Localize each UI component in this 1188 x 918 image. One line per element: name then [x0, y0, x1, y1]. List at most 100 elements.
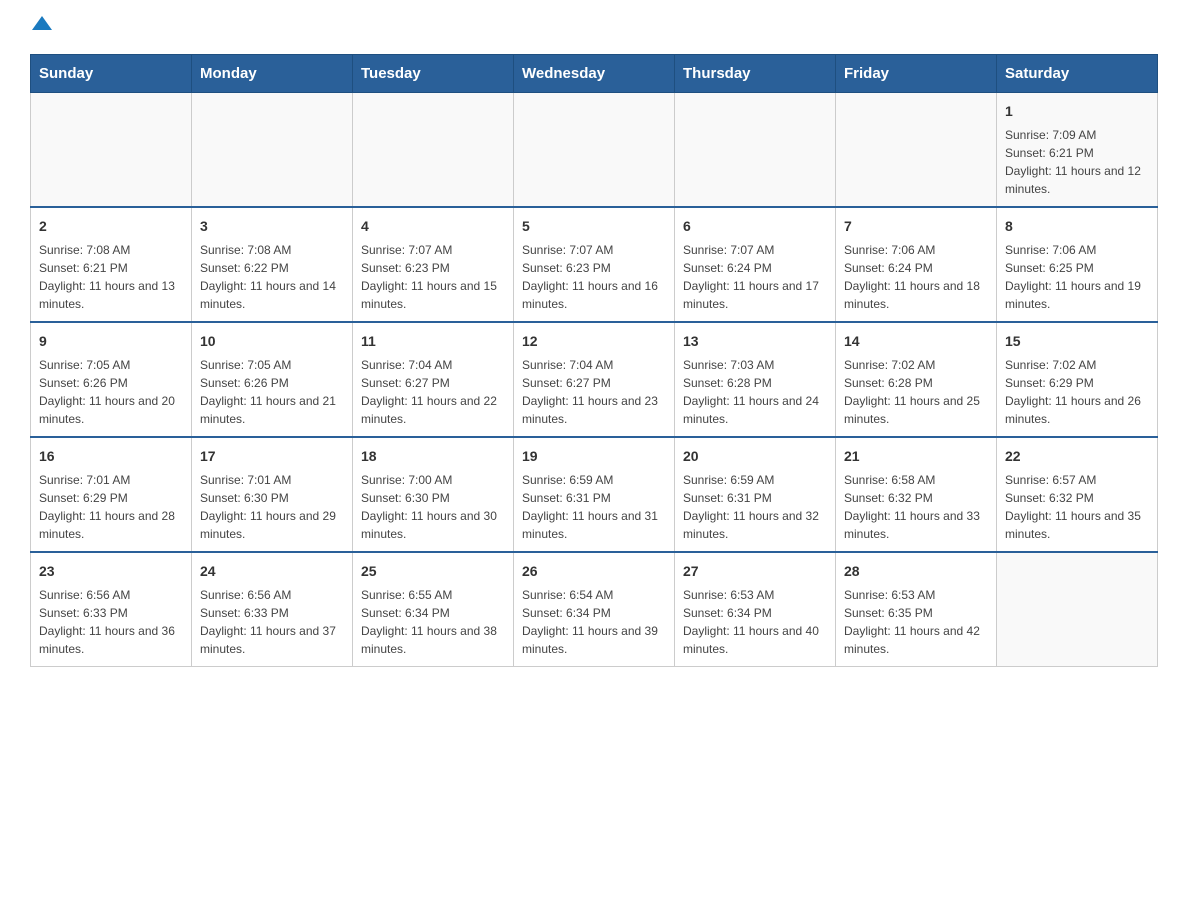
calendar-day-cell: 2Sunrise: 7:08 AM Sunset: 6:21 PM Daylig… [31, 207, 192, 322]
calendar-day-cell: 10 Sunrise: 7:05 AM Sunset: 6:26 PM Dayli… [192, 322, 353, 437]
day-number: 11 [361, 331, 505, 352]
calendar-day-cell: 26 Sunrise: 6:54 AM Sunset: 6:34 PM Dayli… [514, 552, 675, 667]
calendar-day-cell: 22 Sunrise: 6:57 AM Sunset: 6:32 PM Dayli… [997, 437, 1158, 552]
day-number: 26 [522, 561, 666, 582]
day-number: 27 [683, 561, 827, 582]
calendar-table: SundayMondayTuesdayWednesdayThursdayFrid… [30, 54, 1158, 667]
calendar-week-row: 9 Sunrise: 7:05 AM Sunset: 6:26 PM Daylig… [31, 322, 1158, 437]
day-info: Sunrise: 6:59 AM Sunset: 6:31 PM Dayligh… [683, 471, 827, 543]
day-info: Sunrise: 7:07 AM Sunset: 6:23 PM Dayligh… [522, 241, 666, 313]
day-info: Sunrise: 7:03 AM Sunset: 6:28 PM Dayligh… [683, 356, 827, 428]
day-info: Sunrise: 7:06 AM Sunset: 6:25 PM Dayligh… [1005, 241, 1149, 313]
day-info: Sunrise: 6:53 AM Sunset: 6:35 PM Dayligh… [844, 586, 988, 658]
calendar-day-cell [514, 93, 675, 208]
day-number: 16 [39, 446, 183, 467]
calendar-day-cell [836, 93, 997, 208]
day-number: 2 [39, 216, 183, 237]
day-number: 18 [361, 446, 505, 467]
day-info: Sunrise: 7:02 AM Sunset: 6:28 PM Dayligh… [844, 356, 988, 428]
day-info: Sunrise: 7:08 AM Sunset: 6:22 PM Dayligh… [200, 241, 344, 313]
day-number: 8 [1005, 216, 1149, 237]
day-number: 24 [200, 561, 344, 582]
day-info: Sunrise: 7:09 AM Sunset: 6:21 PM Dayligh… [1005, 126, 1149, 198]
calendar-day-cell [192, 93, 353, 208]
calendar-week-row: 1 Sunrise: 7:09 AM Sunset: 6:21 PM Daylig… [31, 93, 1158, 208]
calendar-header-row: SundayMondayTuesdayWednesdayThursdayFrid… [31, 55, 1158, 93]
calendar-day-cell: 6 Sunrise: 7:07 AM Sunset: 6:24 PM Daylig… [675, 207, 836, 322]
day-number: 7 [844, 216, 988, 237]
page-header [30, 20, 1158, 34]
day-info: Sunrise: 7:07 AM Sunset: 6:23 PM Dayligh… [361, 241, 505, 313]
day-info: Sunrise: 6:55 AM Sunset: 6:34 PM Dayligh… [361, 586, 505, 658]
day-info: Sunrise: 7:06 AM Sunset: 6:24 PM Dayligh… [844, 241, 988, 313]
day-number: 3 [200, 216, 344, 237]
logo-triangle-icon [32, 16, 52, 30]
calendar-day-cell: 23Sunrise: 6:56 AM Sunset: 6:33 PM Dayli… [31, 552, 192, 667]
calendar-day-header: Thursday [675, 55, 836, 93]
day-info: Sunrise: 7:02 AM Sunset: 6:29 PM Dayligh… [1005, 356, 1149, 428]
day-number: 21 [844, 446, 988, 467]
calendar-day-cell: 8 Sunrise: 7:06 AM Sunset: 6:25 PM Daylig… [997, 207, 1158, 322]
day-number: 1 [1005, 101, 1149, 122]
day-info: Sunrise: 6:54 AM Sunset: 6:34 PM Dayligh… [522, 586, 666, 658]
day-info: Sunrise: 7:05 AM Sunset: 6:26 PM Dayligh… [39, 356, 183, 428]
day-info: Sunrise: 6:53 AM Sunset: 6:34 PM Dayligh… [683, 586, 827, 658]
calendar-day-cell: 15 Sunrise: 7:02 AM Sunset: 6:29 PM Dayli… [997, 322, 1158, 437]
day-number: 25 [361, 561, 505, 582]
calendar-day-cell: 19Sunrise: 6:59 AM Sunset: 6:31 PM Dayli… [514, 437, 675, 552]
day-info: Sunrise: 7:01 AM Sunset: 6:29 PM Dayligh… [39, 471, 183, 543]
day-number: 20 [683, 446, 827, 467]
calendar-day-cell: 7 Sunrise: 7:06 AM Sunset: 6:24 PM Daylig… [836, 207, 997, 322]
day-info: Sunrise: 7:04 AM Sunset: 6:27 PM Dayligh… [361, 356, 505, 428]
calendar-day-cell: 12Sunrise: 7:04 AM Sunset: 6:27 PM Dayli… [514, 322, 675, 437]
calendar-day-cell: 5 Sunrise: 7:07 AM Sunset: 6:23 PM Daylig… [514, 207, 675, 322]
calendar-day-cell: 16 Sunrise: 7:01 AM Sunset: 6:29 PM Dayli… [31, 437, 192, 552]
calendar-week-row: 2Sunrise: 7:08 AM Sunset: 6:21 PM Daylig… [31, 207, 1158, 322]
day-number: 14 [844, 331, 988, 352]
calendar-day-cell: 20 Sunrise: 6:59 AM Sunset: 6:31 PM Dayli… [675, 437, 836, 552]
day-number: 6 [683, 216, 827, 237]
day-number: 22 [1005, 446, 1149, 467]
calendar-week-row: 23 Sunrise: 6:56 AM Sunset: 6:33 PM Dayli… [31, 552, 1158, 667]
day-number: 4 [361, 216, 505, 237]
calendar-day-cell: 27 Sunrise: 6:53 AM Sunset: 6:34 PM Dayli… [675, 552, 836, 667]
day-info: Sunrise: 6:58 AM Sunset: 6:32 PM Dayligh… [844, 471, 988, 543]
day-info: Sunrise: 7:05 AM Sunset: 6:26 PM Dayligh… [200, 356, 344, 428]
calendar-day-cell [353, 93, 514, 208]
logo [30, 20, 52, 34]
calendar-day-cell: 1 Sunrise: 7:09 AM Sunset: 6:21 PM Daylig… [997, 93, 1158, 208]
day-number: 5 [522, 216, 666, 237]
day-info: Sunrise: 6:56 AM Sunset: 6:33 PM Dayligh… [200, 586, 344, 658]
day-number: 15 [1005, 331, 1149, 352]
calendar-day-cell: 3 Sunrise: 7:08 AM Sunset: 6:22 PM Daylig… [192, 207, 353, 322]
day-info: Sunrise: 7:00 AM Sunset: 6:30 PM Dayligh… [361, 471, 505, 543]
calendar-day-cell [31, 93, 192, 208]
calendar-day-cell: 11 Sunrise: 7:04 AM Sunset: 6:27 PM Dayli… [353, 322, 514, 437]
calendar-day-header: Sunday [31, 55, 192, 93]
calendar-day-cell: 4 Sunrise: 7:07 AM Sunset: 6:23 PM Daylig… [353, 207, 514, 322]
day-number: 28 [844, 561, 988, 582]
calendar-day-header: Saturday [997, 55, 1158, 93]
calendar-day-header: Friday [836, 55, 997, 93]
calendar-day-cell: 18 Sunrise: 7:00 AM Sunset: 6:30 PM Dayli… [353, 437, 514, 552]
day-number: 17 [200, 446, 344, 467]
day-number: 23 [39, 561, 183, 582]
calendar-day-cell: 14 Sunrise: 7:02 AM Sunset: 6:28 PM Dayli… [836, 322, 997, 437]
calendar-day-header: Tuesday [353, 55, 514, 93]
calendar-day-cell: 24 Sunrise: 6:56 AM Sunset: 6:33 PM Dayli… [192, 552, 353, 667]
day-info: Sunrise: 7:01 AM Sunset: 6:30 PM Dayligh… [200, 471, 344, 543]
calendar-day-header: Monday [192, 55, 353, 93]
day-info: Sunrise: 6:59 AM Sunset: 6:31 PM Dayligh… [522, 471, 666, 543]
calendar-day-cell [997, 552, 1158, 667]
day-info: Sunrise: 7:07 AM Sunset: 6:24 PM Dayligh… [683, 241, 827, 313]
calendar-day-cell: 9 Sunrise: 7:05 AM Sunset: 6:26 PM Daylig… [31, 322, 192, 437]
calendar-day-cell [675, 93, 836, 208]
day-number: 12 [522, 331, 666, 352]
calendar-day-cell: 25 Sunrise: 6:55 AM Sunset: 6:34 PM Dayli… [353, 552, 514, 667]
calendar-week-row: 16 Sunrise: 7:01 AM Sunset: 6:29 PM Dayli… [31, 437, 1158, 552]
calendar-day-cell: 28 Sunrise: 6:53 AM Sunset: 6:35 PM Dayli… [836, 552, 997, 667]
day-info: Sunrise: 6:57 AM Sunset: 6:32 PM Dayligh… [1005, 471, 1149, 543]
day-number: 9 [39, 331, 183, 352]
calendar-day-cell: 13Sunrise: 7:03 AM Sunset: 6:28 PM Dayli… [675, 322, 836, 437]
day-number: 10 [200, 331, 344, 352]
